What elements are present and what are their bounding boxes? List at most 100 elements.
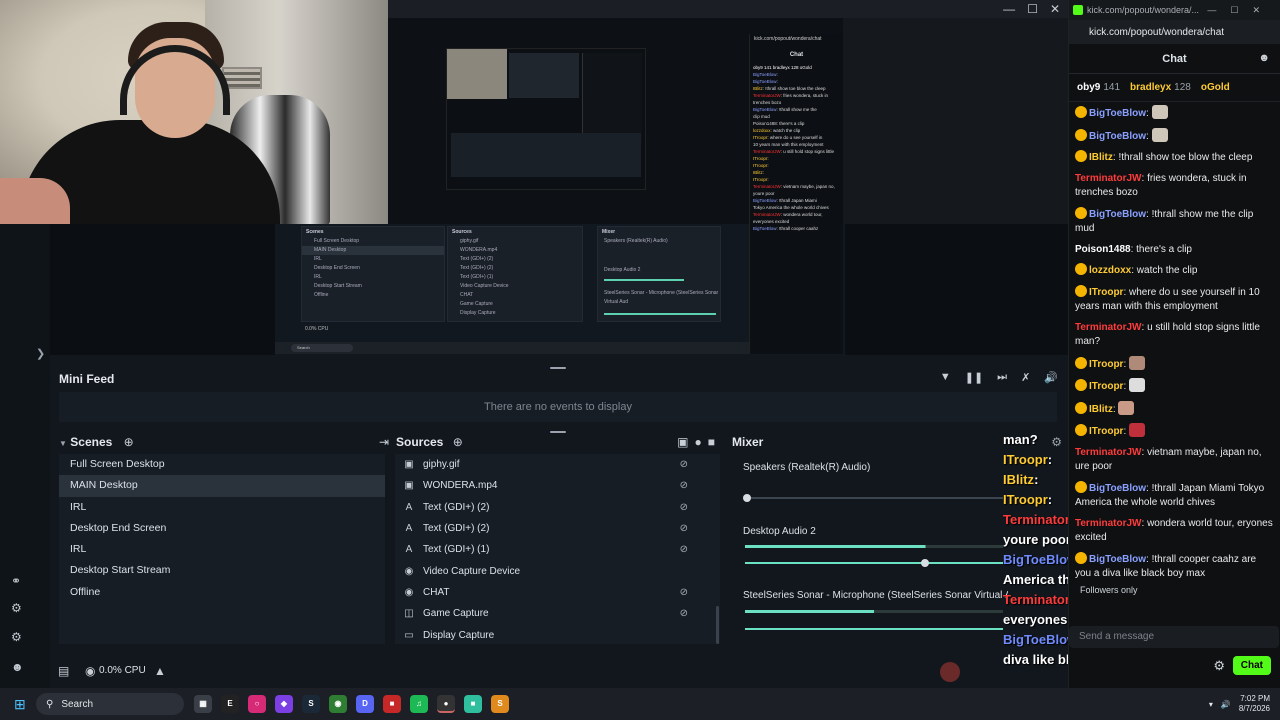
- chat-username[interactable]: ITroopr: [1089, 359, 1123, 370]
- source-item[interactable]: A Text (GDI+) (2) ⊘: [395, 518, 720, 539]
- app-icon[interactable]: ■: [464, 695, 482, 713]
- chat-username[interactable]: BigToeBlow: [1089, 483, 1146, 494]
- chat-username[interactable]: ITroopr: [1089, 287, 1123, 298]
- gear-icon[interactable]: ⚙: [11, 630, 22, 644]
- source-item[interactable]: ▣ giphy.gif ⊘: [395, 454, 720, 475]
- obs-side-rail: ❯ ⚭ ⚙ ⚙ ☻: [0, 224, 50, 688]
- chat-username[interactable]: TerminatorJW: [1075, 518, 1142, 529]
- send-chat-button[interactable]: Chat: [1232, 656, 1271, 675]
- source-item[interactable]: ◉ CHAT ⊘: [395, 582, 720, 603]
- pause-icon[interactable]: ❚❚: [965, 371, 983, 384]
- chat-username[interactable]: TerminatorJW: [1075, 322, 1142, 333]
- scene-item[interactable]: Desktop Start Stream: [59, 560, 385, 581]
- visibility-toggle-icon[interactable]: ⊘: [680, 608, 688, 619]
- chat-message-input[interactable]: Send a message: [1069, 626, 1279, 648]
- wifi-icon[interactable]: ▾: [1209, 700, 1213, 709]
- scene-item[interactable]: Full Screen Desktop: [59, 454, 385, 475]
- source-item[interactable]: A Text (GDI+) (2) ⊘: [395, 497, 720, 518]
- chat-username[interactable]: BigToeBlow: [1089, 554, 1146, 565]
- clock-time[interactable]: 7:02 PM: [1239, 694, 1270, 704]
- filter-icon[interactable]: ▼: [940, 371, 951, 384]
- volume-icon[interactable]: 🔊: [1221, 700, 1231, 709]
- scene-item[interactable]: MAIN Desktop: [59, 475, 385, 497]
- taskbar-search[interactable]: ⚲ Search: [36, 693, 184, 715]
- visibility-toggle-icon[interactable]: ⊘: [680, 502, 688, 513]
- add-scene-button[interactable]: ⊕: [124, 435, 134, 449]
- source-item[interactable]: A Text (GDI+) (1) ⊘: [395, 539, 720, 560]
- chat-username[interactable]: Poison1488: [1075, 244, 1131, 255]
- maximize-icon[interactable]: ☐: [1027, 2, 1038, 16]
- visibility-toggle-icon[interactable]: ⊘: [680, 544, 688, 555]
- source-item[interactable]: ▭ Display Capture: [395, 624, 720, 645]
- nested-desktop-thumbnail: [446, 48, 646, 190]
- app-icon[interactable]: ■: [383, 695, 401, 713]
- spotify-icon[interactable]: ♫: [410, 695, 428, 713]
- chat-username[interactable]: IBlitz: [1089, 152, 1113, 163]
- sublime-icon[interactable]: S: [491, 695, 509, 713]
- visibility-toggle-icon[interactable]: ⊘: [680, 587, 688, 598]
- volume-slider[interactable]: [745, 559, 1003, 567]
- source-label: Video Capture Device: [423, 565, 521, 577]
- minimize-icon[interactable]: —: [1003, 2, 1015, 16]
- chat-username[interactable]: BigToeBlow: [1089, 209, 1146, 220]
- volume-knob[interactable]: [743, 494, 751, 502]
- leaderboard-entry[interactable]: oGold: [1201, 82, 1233, 93]
- volume-knob[interactable]: [921, 559, 929, 567]
- scene-item[interactable]: IRL: [59, 539, 385, 560]
- scenes-header: ▼ Scenes ⊕ ⇥: [59, 435, 389, 449]
- chat-username[interactable]: BigToeBlow: [1089, 131, 1146, 142]
- record-button[interactable]: [940, 662, 960, 682]
- scene-item[interactable]: IRL: [59, 497, 385, 518]
- steam-icon[interactable]: S: [302, 695, 320, 713]
- users-icon[interactable]: ☻: [1258, 52, 1270, 64]
- visibility-toggle-icon[interactable]: ⊘: [680, 459, 688, 470]
- instagram-icon[interactable]: ○: [248, 695, 266, 713]
- chat-username[interactable]: BigToeBlow: [1089, 108, 1146, 119]
- chat-username[interactable]: ITroopr: [1089, 426, 1123, 437]
- add-source-button[interactable]: ⊕: [453, 435, 463, 449]
- task-view-icon[interactable]: ▦: [194, 695, 212, 713]
- scene-item[interactable]: Offline: [59, 582, 385, 603]
- clock-date[interactable]: 8/7/2026: [1239, 704, 1270, 714]
- chat-username[interactable]: IBlitz: [1089, 404, 1113, 415]
- scene-item[interactable]: Desktop End Screen: [59, 518, 385, 539]
- sources-scrollbar[interactable]: [716, 606, 719, 644]
- obs-icon[interactable]: ●: [437, 695, 455, 713]
- epic-games-icon[interactable]: E: [221, 695, 239, 713]
- chevron-right-icon[interactable]: ❯: [36, 347, 45, 360]
- source-item[interactable]: ▣ WONDERA.mp4 ⊘: [395, 475, 720, 496]
- kick-url-bar[interactable]: kick.com/popout/wondera/chat: [1069, 20, 1280, 44]
- kick-tab-title: kick.com/popout/wondera/...: [1087, 5, 1200, 15]
- source-item[interactable]: ◫ Game Capture ⊘: [395, 603, 720, 624]
- visibility-toggle-icon[interactable]: ⊘: [680, 523, 688, 534]
- app-icon[interactable]: ◆: [275, 695, 293, 713]
- chat-username[interactable]: lozzdoxx: [1089, 265, 1131, 276]
- volume-slider[interactable]: [745, 628, 1003, 630]
- scene-transition-icon[interactable]: ⇥: [379, 435, 389, 449]
- windows-start-icon[interactable]: ⊞: [14, 696, 26, 713]
- notification-bell-icon[interactable]: ▲: [154, 664, 166, 678]
- link-icon[interactable]: ⚭: [11, 574, 21, 588]
- leaderboard-entry[interactable]: oby9 141: [1077, 82, 1120, 93]
- volume-slider[interactable]: [743, 494, 1003, 502]
- source-item[interactable]: ◉ Video Capture Device: [395, 560, 720, 581]
- chat-username[interactable]: ITroopr: [1089, 381, 1123, 392]
- colon: :: [1146, 108, 1152, 119]
- user-icon[interactable]: ☻: [11, 660, 24, 674]
- volume-icon[interactable]: 🔊: [1044, 371, 1058, 384]
- chat-username[interactable]: TerminatorJW: [1075, 447, 1142, 458]
- close-icon[interactable]: ✕: [1050, 2, 1060, 16]
- chrome-icon[interactable]: ◉: [329, 695, 347, 713]
- source-tools-icon[interactable]: ▣●■: [677, 435, 721, 449]
- stats-icon[interactable]: ▤: [58, 664, 69, 678]
- skip-icon[interactable]: ⏭: [997, 371, 1007, 384]
- chat-username[interactable]: TerminatorJW: [1075, 173, 1142, 184]
- mute-alerts-icon[interactable]: ✗: [1021, 371, 1030, 384]
- window-controls[interactable]: —☐✕: [1207, 5, 1274, 16]
- settings-link-icon[interactable]: ⚙: [11, 601, 22, 615]
- chat-settings-icon[interactable]: ⚙: [1213, 658, 1225, 674]
- visibility-toggle-icon[interactable]: ⊘: [680, 480, 688, 491]
- dock-drag-handle[interactable]: [550, 431, 566, 433]
- leaderboard-entry[interactable]: bradleyx 128: [1130, 82, 1191, 93]
- discord-icon[interactable]: D: [356, 695, 374, 713]
